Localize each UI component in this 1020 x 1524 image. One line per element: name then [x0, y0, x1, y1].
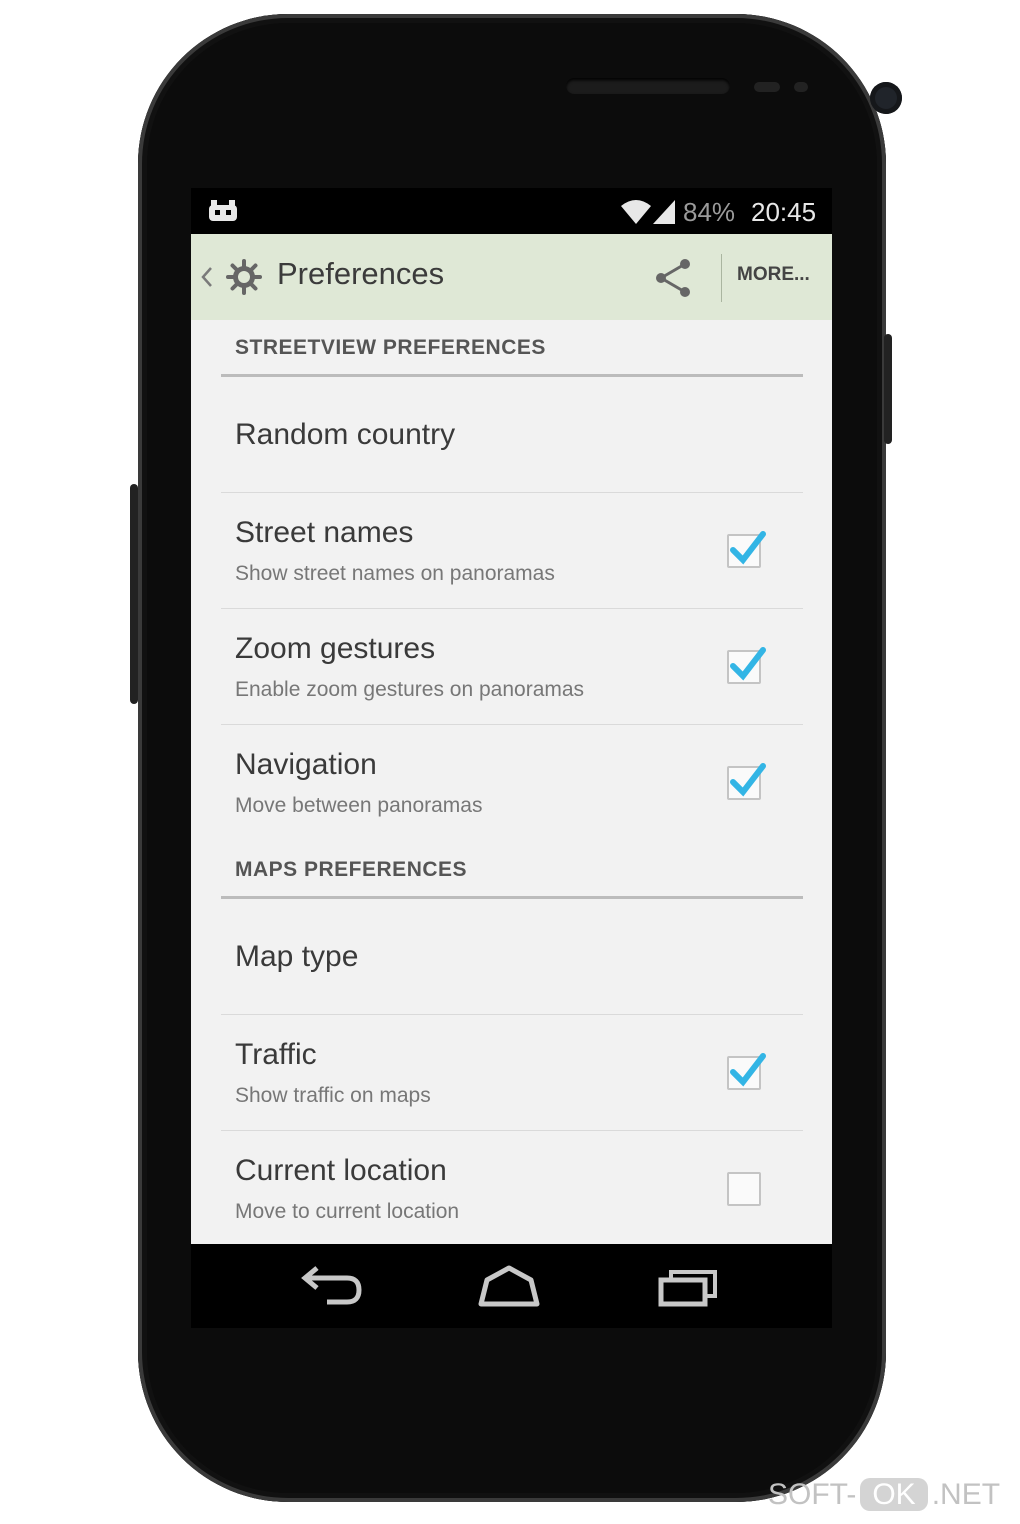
clock: 20:45 [751, 197, 817, 227]
more-button[interactable]: MORE... [737, 264, 810, 286]
pref-zoom-gestures-summary: Enable zoom gestures on panoramas [235, 678, 585, 701]
status-bar: 84% 20:45 [191, 188, 832, 234]
phone-screen: 84% 20:45 Preferences MORE... STREETVIEW… [191, 188, 832, 1328]
watermark-part-1: SOFT- [768, 1478, 857, 1511]
pref-navigation-summary: Move between panoramas [235, 794, 483, 817]
wifi-icon [621, 200, 651, 224]
navigation-checkbox[interactable] [727, 763, 766, 800]
current-location-checkbox[interactable] [727, 1172, 761, 1206]
action-bar: Preferences MORE... [191, 234, 832, 320]
light-sensor [794, 82, 808, 92]
check-icon [730, 1053, 766, 1087]
list-divider [221, 608, 803, 609]
share-icon[interactable] [651, 256, 695, 300]
check-icon [730, 763, 766, 797]
gear-icon[interactable] [225, 258, 263, 296]
volume-button [130, 484, 138, 704]
recent-apps-icon[interactable] [657, 1264, 721, 1308]
list-divider [221, 1014, 803, 1015]
zoom-gestures-checkbox[interactable] [727, 647, 766, 684]
list-divider [221, 1130, 803, 1131]
watermark-part-3: .NET [931, 1478, 1001, 1511]
action-separator [721, 254, 722, 302]
list-divider [221, 492, 803, 493]
pref-street-names-summary: Show street names on panoramas [235, 562, 555, 585]
home-icon[interactable] [477, 1264, 541, 1308]
section-divider [221, 896, 803, 899]
section-divider [221, 374, 803, 377]
pref-current-location-summary: Move to current location [235, 1200, 460, 1223]
pref-random-country[interactable]: Random country [235, 418, 455, 452]
signal-icon [653, 200, 675, 224]
street-names-checkbox[interactable] [727, 531, 766, 568]
front-camera [870, 82, 902, 114]
pref-traffic-summary: Show traffic on maps [235, 1084, 431, 1107]
pref-street-names-title[interactable]: Street names [235, 516, 413, 550]
section-header-streetview: STREETVIEW PREFERENCES [235, 336, 546, 359]
back-icon[interactable] [301, 1264, 365, 1308]
pref-navigation-title[interactable]: Navigation [235, 748, 377, 782]
preferences-list: STREETVIEW PREFERENCES Random country St… [191, 320, 832, 1244]
check-icon [730, 531, 766, 565]
watermark-part-2: OK [860, 1478, 928, 1511]
pref-map-type[interactable]: Map type [235, 940, 358, 974]
up-caret-icon[interactable] [201, 266, 213, 288]
watermark: SOFT- OK .NET [768, 1478, 1000, 1512]
power-button [884, 334, 892, 444]
section-header-maps: MAPS PREFERENCES [235, 858, 468, 881]
notification-icon [209, 200, 237, 221]
navigation-bar [191, 1244, 832, 1328]
check-icon [730, 647, 766, 681]
traffic-checkbox[interactable] [727, 1053, 766, 1090]
pref-zoom-gestures-title[interactable]: Zoom gestures [235, 632, 435, 666]
proximity-sensor [754, 82, 780, 92]
list-divider [221, 724, 803, 725]
battery-level: 84% [683, 197, 736, 227]
earpiece-speaker [566, 78, 730, 94]
page-title: Preferences [277, 256, 445, 291]
pref-traffic-title[interactable]: Traffic [235, 1038, 317, 1072]
pref-current-location-title[interactable]: Current location [235, 1154, 447, 1188]
